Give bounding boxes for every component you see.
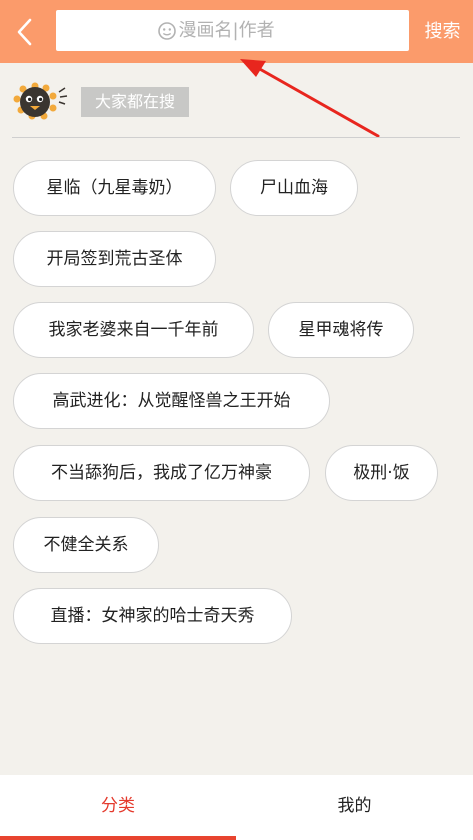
hot-tag[interactable]: 不健全关系 xyxy=(13,517,159,573)
hot-tag[interactable]: 极刑·饭 xyxy=(325,445,438,501)
search-icon xyxy=(157,21,177,41)
bottom-tab-bar: 分类 我的 xyxy=(0,775,473,840)
mascot-icon xyxy=(13,82,68,120)
search-box[interactable] xyxy=(56,10,409,51)
top-bar: 搜索 xyxy=(0,0,473,63)
hot-tag[interactable]: 我家老婆来自一千年前 xyxy=(13,302,254,358)
divider xyxy=(12,137,460,138)
search-input[interactable] xyxy=(178,20,309,41)
hot-search-label: 大家都在搜 xyxy=(81,87,190,117)
back-button[interactable] xyxy=(10,16,40,48)
hot-tag[interactable]: 高武进化：从觉醒怪兽之王开始 xyxy=(13,373,330,429)
hot-tag[interactable]: 尸山血海 xyxy=(230,160,358,216)
hot-tag[interactable]: 直播：女神家的哈士奇天秀 xyxy=(13,588,292,644)
hot-search-header: 大家都在搜 xyxy=(13,82,193,120)
active-tab-indicator xyxy=(0,836,236,840)
hot-tag[interactable]: 星甲魂将传 xyxy=(268,302,414,358)
back-arrow-icon xyxy=(17,18,32,46)
hot-tag[interactable]: 星临（九星毒奶） xyxy=(13,160,216,216)
hot-tag[interactable]: 开局签到荒古圣体 xyxy=(13,231,216,287)
hot-tag[interactable]: 不当舔狗后，我成了亿万神豪 xyxy=(13,445,310,501)
search-button[interactable]: 搜索 xyxy=(420,17,465,47)
tab-category[interactable]: 分类 xyxy=(0,775,236,840)
tab-mine[interactable]: 我的 xyxy=(236,775,473,840)
